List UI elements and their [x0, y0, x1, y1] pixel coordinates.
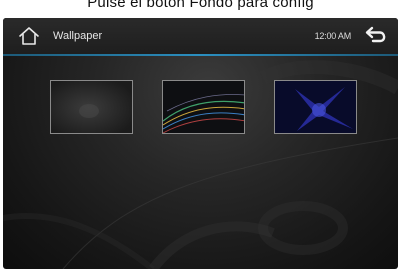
wallpaper-thumbnail-2[interactable]	[162, 80, 245, 134]
page-title: Wallpaper	[53, 30, 103, 42]
wallpaper-thumbnail-1[interactable]	[50, 80, 133, 134]
caption-label: Pulse el botón Fondo para config	[87, 0, 314, 11]
home-icon[interactable]	[17, 25, 41, 47]
top-bar: Wallpaper 12:00 AM	[3, 18, 398, 54]
caption-text-cropped: Pulse el botón Fondo para config	[0, 0, 401, 18]
clock-time: 12:00 AM	[314, 31, 352, 41]
wallpaper-streaks-preview	[163, 81, 244, 133]
wallpaper-smoke-preview	[51, 81, 132, 133]
wallpaper-blue-burst-preview	[275, 81, 356, 133]
back-arrow-icon[interactable]	[364, 23, 390, 47]
header-accent-line	[3, 54, 398, 56]
wallpaper-thumbnail-3[interactable]	[274, 80, 357, 134]
wallpaper-settings-screen: Wallpaper 12:00 AM	[3, 18, 398, 269]
